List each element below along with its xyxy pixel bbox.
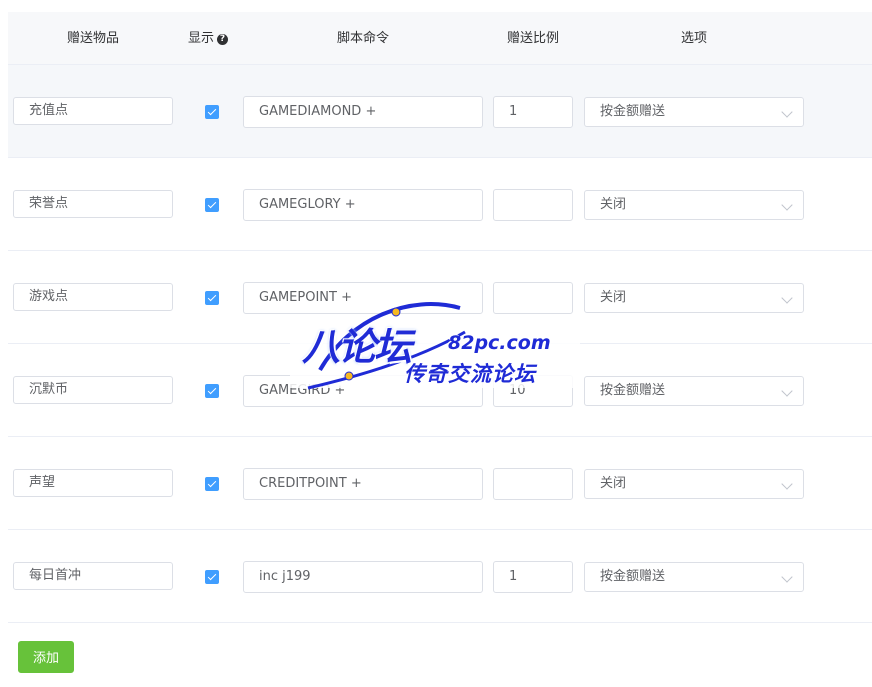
item-name-input[interactable]: 声望: [13, 469, 173, 497]
item-name-input[interactable]: 沉默币: [13, 376, 173, 404]
item-name-input[interactable]: 每日首冲: [13, 562, 173, 590]
show-checkbox[interactable]: [205, 198, 219, 212]
add-button[interactable]: 添加: [18, 641, 74, 673]
show-checkbox[interactable]: [205, 570, 219, 584]
option-select-value: 关闭: [600, 476, 627, 491]
option-select[interactable]: 关闭: [584, 190, 804, 220]
forum-watermark: 八论坛 82pc.com 传奇交流论坛: [290, 298, 590, 390]
option-select-value: 按金额赠送: [600, 383, 666, 398]
show-checkbox[interactable]: [205, 291, 219, 305]
option-select[interactable]: 按金额赠送: [584, 376, 804, 406]
table-row: 声望 CREDITPOINT + 关闭: [8, 437, 872, 530]
header-option: 选项: [680, 31, 707, 46]
watermark-tagline: 传奇交流论坛: [404, 362, 536, 386]
gift-ratio-input[interactable]: [493, 189, 573, 221]
option-select-value: 按金额赠送: [600, 104, 666, 119]
gift-ratio-input[interactable]: 1: [493, 561, 573, 593]
header-command: 脚本命令: [336, 31, 389, 46]
option-select-value: 关闭: [600, 290, 627, 305]
item-name-input[interactable]: 游戏点: [13, 283, 173, 311]
page: 赠送物品 显示? 脚本命令 赠送比例 选项 充值点 GAMEDIAMOND + …: [0, 0, 872, 687]
item-name-input[interactable]: 荣誉点: [13, 190, 173, 218]
script-command-input[interactable]: GAMEGLORY +: [243, 189, 483, 221]
gift-ratio-input[interactable]: [493, 468, 573, 500]
item-name-input[interactable]: 充值点: [13, 97, 173, 125]
script-command-input[interactable]: inc j199: [243, 561, 483, 593]
show-checkbox[interactable]: [205, 105, 219, 119]
option-select-value: 关闭: [600, 197, 627, 212]
option-select[interactable]: 按金额赠送: [584, 97, 804, 127]
header-ratio: 赠送比例: [506, 31, 559, 46]
watermark-domain: 82pc.com: [448, 332, 551, 354]
show-checkbox[interactable]: [205, 384, 219, 398]
watermark-logo: 八论坛: [302, 325, 412, 369]
option-select-value: 按金额赠送: [600, 569, 666, 584]
table-row: 荣誉点 GAMEGLORY + 关闭: [8, 158, 872, 251]
chevron-down-icon: [781, 199, 793, 211]
gift-ratio-input[interactable]: 1: [493, 96, 573, 128]
table-row: 每日首冲 inc j199 1 按金额赠送: [8, 530, 872, 623]
table-row: 充值点 GAMEDIAMOND + 1 按金额赠送: [8, 65, 872, 158]
chevron-down-icon: [781, 106, 793, 118]
question-circle-icon[interactable]: ?: [217, 34, 228, 45]
option-select[interactable]: 关闭: [584, 283, 804, 313]
header-item: 赠送物品: [66, 31, 119, 46]
option-select[interactable]: 关闭: [584, 469, 804, 499]
chevron-down-icon: [781, 478, 793, 490]
script-command-input[interactable]: CREDITPOINT +: [243, 468, 483, 500]
chevron-down-icon: [781, 385, 793, 397]
script-command-input[interactable]: GAMEDIAMOND +: [243, 96, 483, 128]
option-select[interactable]: 按金额赠送: [584, 562, 804, 592]
header-show-label: 显示: [187, 31, 214, 46]
chevron-down-icon: [781, 292, 793, 304]
header-show: 显示?: [183, 12, 233, 64]
show-checkbox[interactable]: [205, 477, 219, 491]
chevron-down-icon: [781, 571, 793, 583]
table-header: 赠送物品 显示? 脚本命令 赠送比例 选项: [8, 12, 872, 65]
